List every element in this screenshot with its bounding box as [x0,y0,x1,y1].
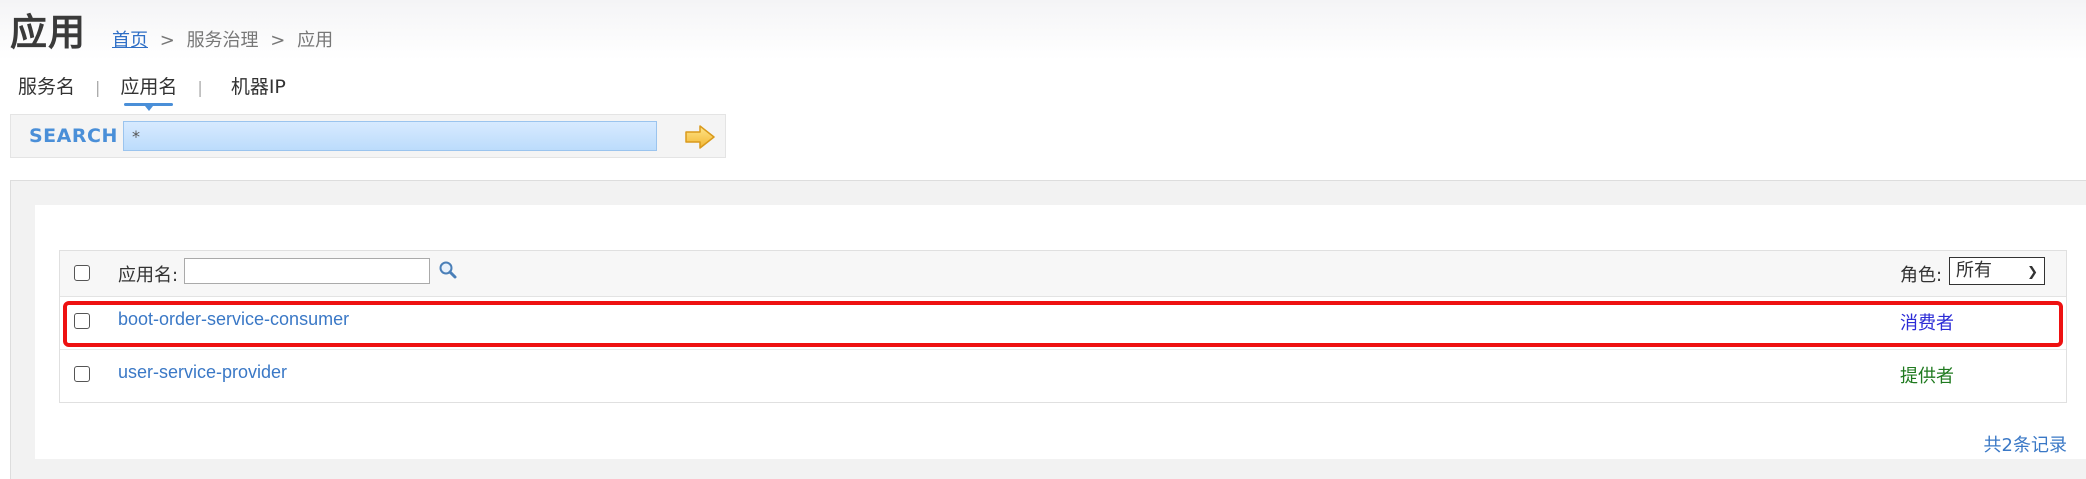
breadcrumb-current: 应用 [297,30,334,51]
search-bar: SEARCH [10,114,726,158]
tab-bar: 服务名 | 应用名 | 机器IP [18,72,286,111]
breadcrumb: 首页 > 服务治理 > 应用 [112,26,333,52]
highlight-box [63,301,2063,347]
tab-machine-ip[interactable]: 机器IP [231,72,286,99]
content-card: 应用名: 角色: 所有 ❯ boot-order-service-consume… [35,205,2086,459]
role-label: 角色: [1900,265,1943,286]
row-checkbox[interactable] [74,366,90,382]
chevron-down-icon: ❯ [2027,265,2038,280]
tab-divider: | [197,78,203,97]
table-row: user-service-provider 提供者 [60,350,2066,402]
tab-app-name[interactable]: 应用名 [120,72,177,111]
breadcrumb-section: 服务治理 [186,30,259,51]
tab-service-name[interactable]: 服务名 [18,72,75,99]
arrow-right-icon[interactable] [683,123,717,151]
content-panel: 应用名: 角色: 所有 ❯ boot-order-service-consume… [10,180,2086,479]
role-badge: 提供者 [1900,366,1954,387]
breadcrumb-separator: > [270,30,286,51]
table-row: boot-order-service-consumer 消费者 [60,297,2066,350]
role-select-value: 所有 [1956,260,1992,281]
page: 应用 首页 > 服务治理 > 应用 服务名 | 应用名 | 机器IP SEARCH [0,0,2086,479]
page-title: 应用 [10,11,86,54]
role-select[interactable]: 所有 ❯ [1949,257,2045,285]
app-link[interactable]: boot-order-service-consumer [118,309,349,330]
record-count: 共2条记录 [1983,435,2067,456]
app-table: 应用名: 角色: 所有 ❯ boot-order-service-consume… [59,250,2067,403]
app-name-label: 应用名: [118,265,179,286]
select-all-checkbox[interactable] [74,265,90,281]
table-header: 应用名: 角色: 所有 ❯ [60,251,2066,297]
role-badge: 消费者 [1900,313,1954,334]
search-icon[interactable] [438,260,458,280]
breadcrumb-home-link[interactable]: 首页 [112,30,148,51]
breadcrumb-separator: > [159,30,175,51]
search-input[interactable] [123,121,657,151]
search-label: SEARCH [29,125,118,147]
app-link[interactable]: user-service-provider [118,362,287,383]
row-checkbox[interactable] [74,313,90,329]
tab-divider: | [95,78,101,97]
app-filter-input[interactable] [184,258,430,284]
